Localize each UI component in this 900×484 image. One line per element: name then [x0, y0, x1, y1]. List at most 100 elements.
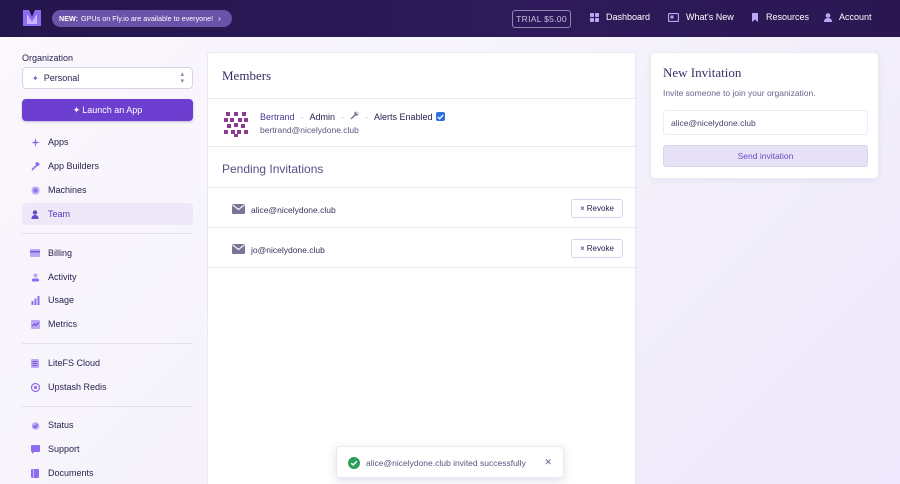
sidebar-item-label: Metrics	[48, 319, 77, 329]
sidebar-item-billing[interactable]: Billing	[22, 242, 193, 264]
sparkle-icon: ✦	[32, 73, 39, 83]
sidebar-item-label: Support	[48, 444, 80, 454]
activity-icon	[30, 272, 40, 282]
alerts-label: Alerts Enabled	[374, 111, 433, 122]
sidebar-item-status[interactable]: Status	[22, 414, 193, 436]
mail-icon	[232, 244, 245, 256]
organization-value: Personal	[43, 73, 80, 83]
announcement-banner[interactable]: NEW: GPUs on Fly.io are available to eve…	[52, 10, 232, 27]
revoke-button[interactable]: × Revoke	[571, 199, 623, 218]
book-icon	[30, 468, 40, 478]
member-name[interactable]: Bertrand	[260, 112, 295, 122]
separator-dot: ·	[365, 111, 369, 122]
user-icon	[824, 12, 832, 22]
revoke-button[interactable]: × Revoke	[571, 239, 623, 258]
bookmark-icon	[752, 12, 758, 22]
close-icon: ×	[580, 204, 585, 213]
send-invitation-button[interactable]: Send invitation	[663, 145, 868, 167]
new-invitation-description: Invite someone to join your organization…	[663, 88, 816, 98]
sidebar-item-label: Team	[48, 209, 71, 219]
success-toast: alice@nicelydone.club invited successful…	[336, 446, 564, 478]
members-title: Members	[222, 68, 272, 83]
chevron-right-icon: ›	[218, 14, 221, 23]
fly-logo-icon[interactable]	[21, 8, 43, 28]
sidebar-item-label: Activity	[48, 272, 77, 282]
sidebar-item-metrics[interactable]: Metrics	[22, 313, 193, 335]
sidebar-item-machines[interactable]: Machines	[22, 179, 193, 201]
sidebar-item-activity[interactable]: Activity	[22, 266, 193, 288]
member-email: bertrand@nicelydone.club	[260, 125, 359, 135]
chat-bubble-icon	[30, 444, 40, 454]
cpu-icon	[30, 185, 40, 195]
launch-app-button[interactable]: ✦ Launch an App	[22, 99, 193, 121]
member-info: Bertrand · Admin · · Alerts Enabled	[260, 111, 445, 122]
new-invitation-card: New Invitation Invite someone to join yo…	[650, 52, 879, 179]
metrics-grid-icon	[30, 319, 40, 329]
status-icon	[30, 420, 40, 430]
wrench-icon[interactable]	[350, 111, 359, 122]
sidebar-item-label: Apps	[48, 137, 69, 147]
separator-dot: ·	[341, 111, 345, 122]
email-field[interactable]: alice@nicelydone.club	[663, 110, 868, 135]
updown-chevron-icon: ▴ ▾	[180, 71, 184, 85]
sidebar-divider	[22, 343, 193, 344]
launch-app-label: Launch an App	[82, 105, 143, 115]
nav-whats-new-label: What's New	[686, 12, 734, 22]
divider	[208, 227, 637, 228]
sidebar-item-label: Machines	[48, 185, 87, 195]
sidebar-item-documents[interactable]: Documents	[22, 462, 193, 484]
sidebar-item-app-builders[interactable]: App Builders	[22, 155, 193, 177]
nav-dashboard-label: Dashboard	[606, 12, 651, 22]
sidebar-item-litefs-cloud[interactable]: LiteFS Cloud	[22, 352, 193, 374]
sidebar-item-label: App Builders	[48, 161, 100, 171]
sidebar-item-label: LiteFS Cloud	[48, 358, 101, 368]
sidebar-item-apps[interactable]: Apps	[22, 131, 193, 153]
pending-invitations-title: Pending Invitations	[222, 162, 324, 176]
dashboard-icon	[590, 12, 599, 22]
trial-credit-badge[interactable]: TRIAL $5.00	[512, 10, 571, 28]
sidebar-divider	[22, 233, 193, 234]
sidebar-item-team[interactable]: Team	[22, 203, 193, 225]
mail-icon	[232, 204, 245, 216]
invite-email: jo@nicelydone.club	[251, 245, 325, 255]
sidebar-item-upstash-redis[interactable]: Upstash Redis	[22, 376, 193, 398]
sidebar-item-label: Status	[48, 420, 74, 430]
alerts-checkbox[interactable]	[435, 112, 445, 121]
divider	[208, 146, 637, 147]
announcement-badge: NEW:	[59, 14, 79, 23]
sidebar-item-usage[interactable]: Usage	[22, 289, 193, 311]
divider	[208, 267, 637, 268]
organization-select[interactable]: ✦ Personal ▴ ▾	[22, 67, 193, 89]
check-circle-icon	[348, 457, 360, 471]
nav-resources[interactable]: Resources	[751, 12, 809, 22]
bar-chart-icon	[30, 295, 40, 305]
member-role: Admin	[309, 111, 336, 122]
top-navbar: NEW: GPUs on Fly.io are available to eve…	[0, 0, 900, 37]
sidebar-divider	[22, 406, 193, 407]
nav-dashboard[interactable]: Dashboard	[590, 12, 650, 22]
sidebar-item-label: Billing	[48, 248, 73, 258]
divider	[208, 187, 637, 188]
hammer-icon	[30, 161, 40, 171]
sparkle-plus-icon: ✦	[72, 104, 81, 115]
nav-account[interactable]: Account	[824, 12, 872, 22]
redis-icon	[30, 382, 40, 392]
check-icon	[436, 113, 444, 120]
sidebar-item-support[interactable]: Support	[22, 438, 193, 460]
list-item: jo@nicelydone.club × Revoke	[208, 229, 637, 269]
toast-message: alice@nicelydone.club invited successful…	[366, 458, 526, 468]
credit-card-icon	[30, 248, 40, 258]
sidebar-item-label: Upstash Redis	[48, 382, 107, 392]
separator-dot: ·	[300, 111, 304, 122]
revoke-label: Revoke	[586, 204, 614, 213]
close-icon: ×	[580, 244, 585, 253]
database-icon	[30, 358, 40, 368]
sidebar-item-label: Usage	[48, 295, 75, 305]
nav-whats-new[interactable]: What's New	[668, 12, 734, 22]
members-panel: Members Bertrand · Admin · · Alerts Enab…	[207, 52, 637, 484]
close-icon[interactable]: ✕	[544, 457, 552, 468]
divider	[208, 98, 637, 99]
announcement-text: GPUs on Fly.io are available to everyone…	[81, 14, 214, 23]
list-item: alice@nicelydone.club × Revoke	[208, 189, 637, 229]
nav-resources-label: Resources	[766, 12, 810, 22]
